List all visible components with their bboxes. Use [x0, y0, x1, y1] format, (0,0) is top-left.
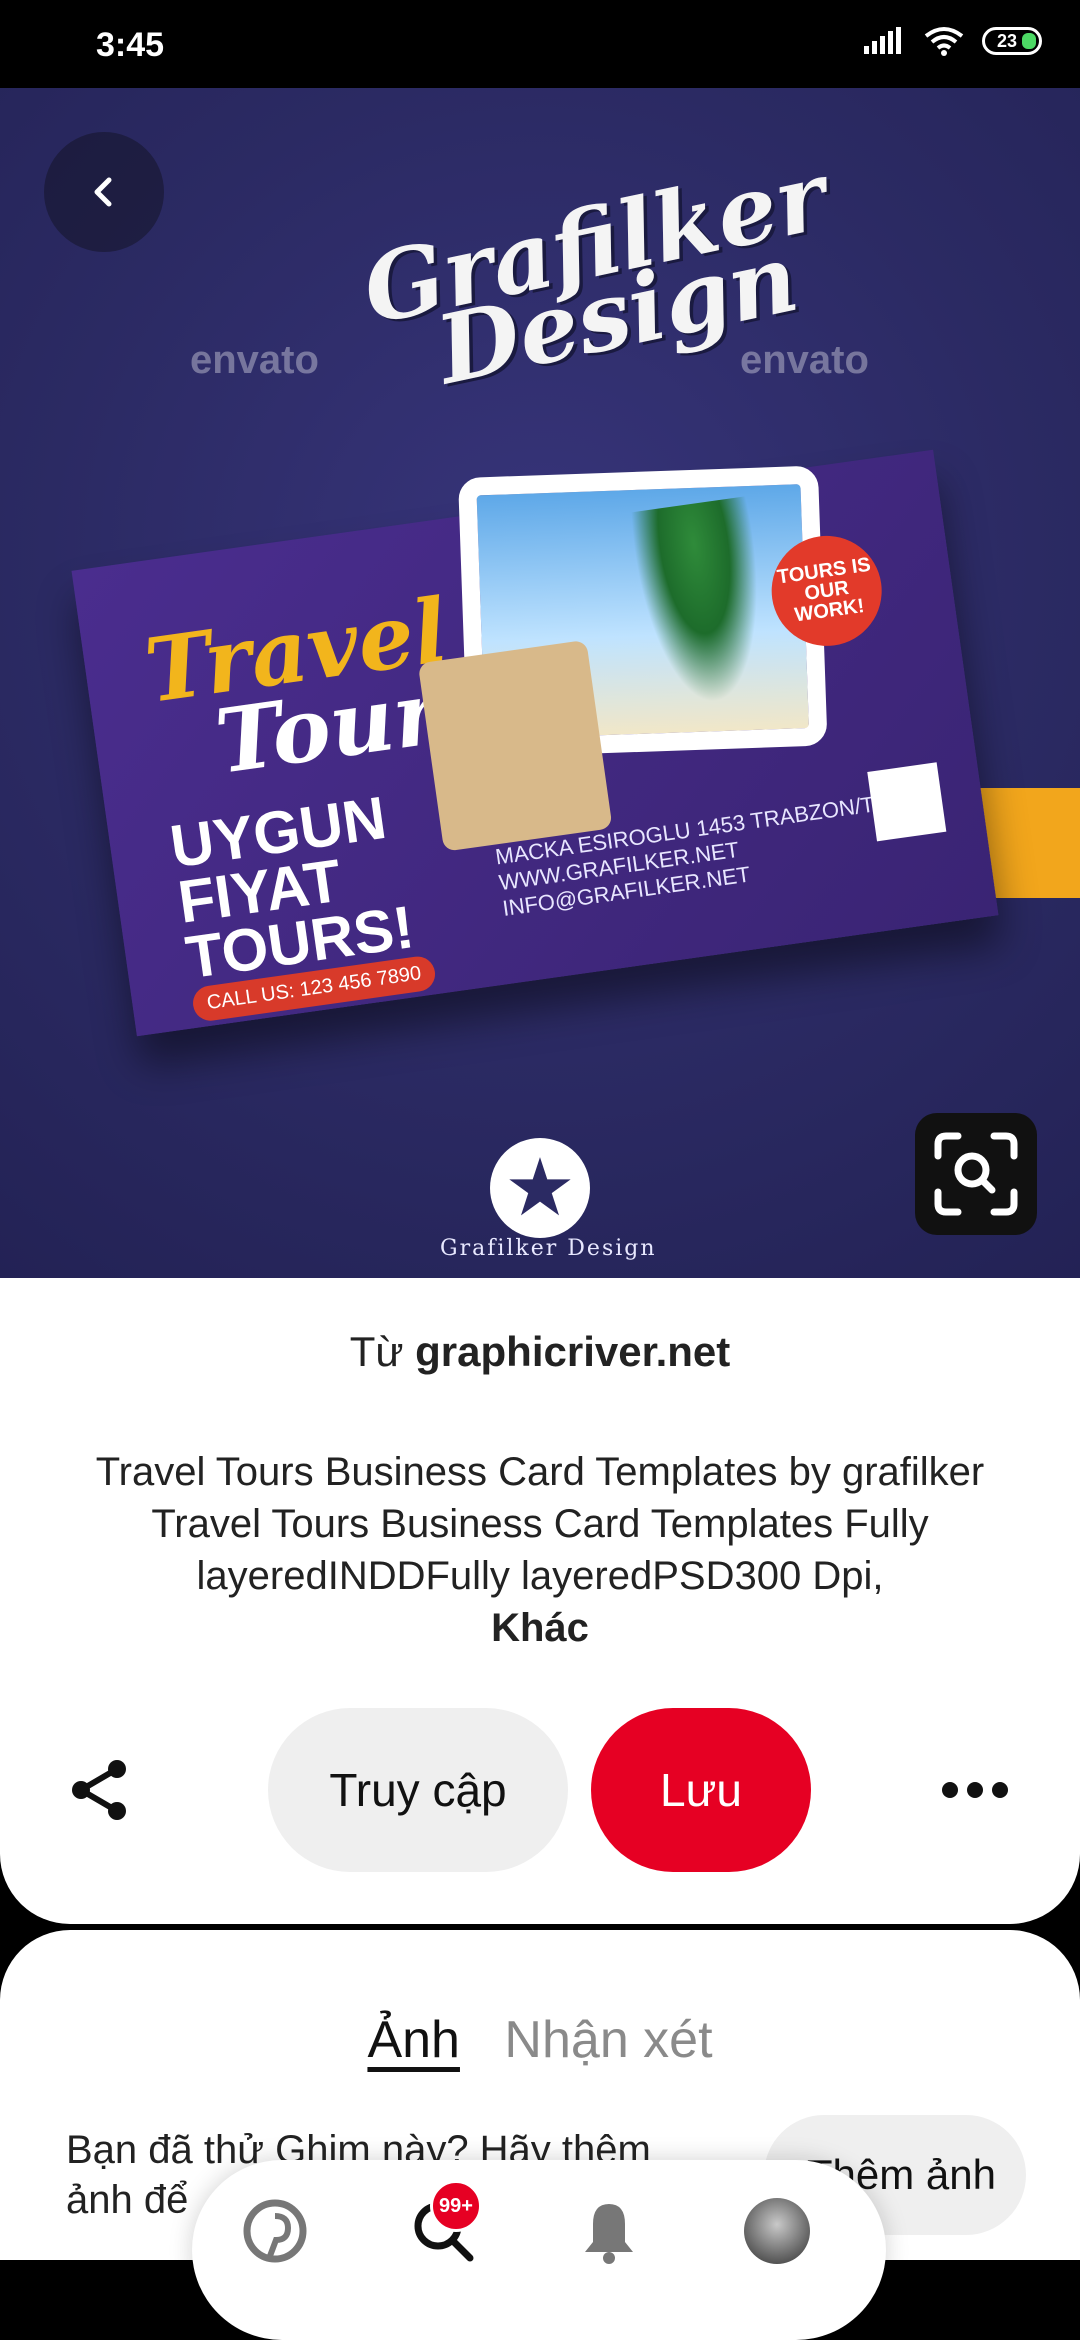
status-bar: 3:45 23 — [0, 0, 1080, 88]
visit-button[interactable]: Truy cập — [268, 1708, 568, 1872]
nav-notifications[interactable] — [574, 2196, 644, 2266]
bottom-nav — [192, 2160, 886, 2340]
pin-image[interactable]: Grafilker Design envato envato envato en… — [0, 88, 1080, 1278]
more-options-button[interactable] — [930, 1750, 1020, 1830]
star-logo-icon: ★ — [490, 1138, 590, 1238]
watermark: envato — [740, 338, 869, 382]
business-card-mockup: Travel Tours UYGUN FIYAT TOURS! CALL US:… — [71, 449, 999, 1037]
qr-code — [867, 762, 947, 842]
logo-text: Grafilker Design — [440, 1236, 657, 1261]
source-prefix: Từ — [349, 1328, 404, 1375]
lens-search-icon — [934, 1132, 1018, 1216]
nav-home[interactable] — [240, 2196, 310, 2266]
ellipsis-icon — [942, 1782, 1008, 1798]
more-link[interactable]: Khác — [60, 1602, 1020, 1654]
save-button[interactable]: Lưu — [591, 1708, 811, 1872]
bag-image — [417, 639, 613, 852]
notification-badge: 99+ — [430, 2180, 482, 2232]
pin-source[interactable]: Từ graphicriver.net — [0, 1328, 1080, 1376]
card-subtitle: UYGUN FIYAT TOURS! — [166, 784, 418, 991]
battery-icon: 23 — [982, 27, 1042, 55]
description-text: Travel Tours Business Card Templates by … — [95, 1450, 985, 1598]
nav-profile[interactable] — [742, 2196, 812, 2266]
back-button[interactable] — [44, 132, 164, 252]
chevron-left-icon — [94, 177, 112, 207]
pinterest-home-icon — [243, 2199, 307, 2263]
signal-icon — [864, 27, 901, 54]
share-button[interactable] — [60, 1750, 140, 1830]
visual-search-button[interactable] — [915, 1113, 1037, 1235]
avatar — [744, 2198, 810, 2264]
tab-photos[interactable]: Ảnh — [367, 2011, 460, 2069]
pin-info-panel: Từ graphicriver.net Travel Tours Busines… — [0, 1278, 1080, 1924]
watermark: envato — [190, 338, 319, 382]
wifi-icon — [924, 27, 964, 56]
status-time: 3:45 — [96, 26, 165, 64]
source-site[interactable]: graphicriver.net — [415, 1328, 730, 1375]
bell-icon — [585, 2204, 633, 2264]
pin-description: Travel Tours Business Card Templates by … — [60, 1446, 1020, 1654]
tab-comments[interactable]: Nhận xét — [504, 2011, 712, 2069]
sheet-tabs: Ảnh Nhận xét — [0, 2010, 1080, 2070]
status-icons: 23 — [862, 26, 1042, 56]
battery-level: 23 — [996, 30, 1018, 51]
share-icon — [72, 1760, 126, 1820]
